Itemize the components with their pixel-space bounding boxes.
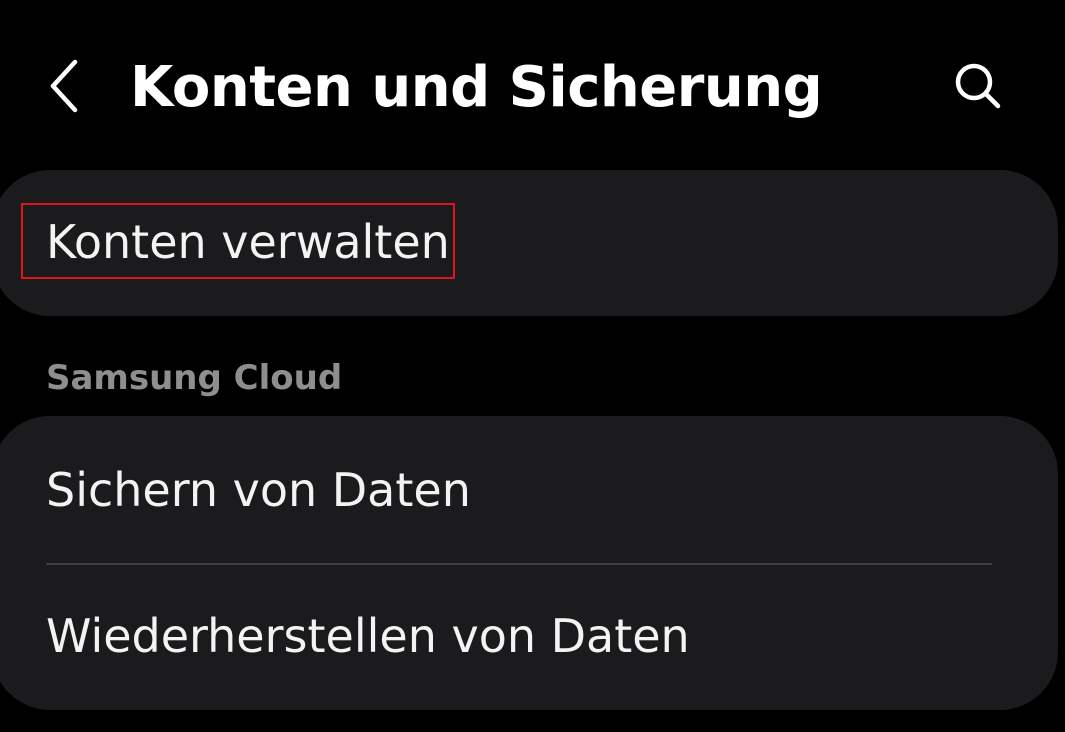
app-bar: Konten und Sicherung bbox=[0, 0, 1065, 170]
highlight-box bbox=[21, 203, 455, 279]
list-item-restore-data[interactable]: Wiederherstellen von Daten bbox=[0, 564, 1058, 710]
chevron-left-icon bbox=[50, 59, 78, 113]
search-button[interactable] bbox=[940, 50, 1016, 122]
back-button[interactable] bbox=[30, 50, 100, 122]
page-title: Konten und Sicherung bbox=[130, 55, 823, 120]
list-item-label: Sichern von Daten bbox=[46, 463, 471, 517]
list-item-label: Wiederherstellen von Daten bbox=[46, 609, 690, 663]
list-item-backup-data[interactable]: Sichern von Daten bbox=[0, 416, 1058, 562]
section-header-samsung-cloud: Samsung Cloud bbox=[46, 358, 343, 398]
samsung-cloud-card: Sichern von Daten Wiederherstellen von D… bbox=[0, 416, 1058, 710]
search-icon bbox=[955, 63, 1001, 109]
